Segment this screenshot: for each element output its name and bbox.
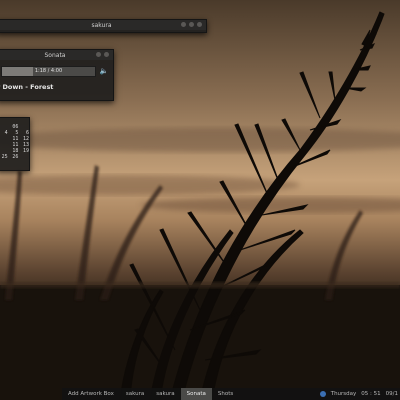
close-icon[interactable] (197, 22, 202, 27)
minimize-icon[interactable] (96, 52, 101, 57)
calendar-widget: 06 4 5 6 11 12 11 13 18 19 25 26 (0, 117, 30, 171)
terminal-titlebar[interactable]: sakura (0, 20, 206, 30)
player-titlebar[interactable]: Sonata (0, 50, 113, 60)
close-icon[interactable] (104, 52, 109, 57)
taskbar-item-sakura[interactable]: sakura (120, 388, 150, 400)
calendar-day: 25 (1, 154, 8, 160)
clock-time: 05 : 51 (361, 391, 381, 397)
music-player-window[interactable]: Sonata 1:18 / 4:00 🔈 r Down - Forest (0, 49, 114, 101)
taskbar: Add Artwork Box sakura sakura Sonata Sho… (62, 388, 400, 400)
clock-date: 09/1 (385, 391, 398, 397)
minimize-icon[interactable] (181, 22, 186, 27)
calendar-row: 25 26 (0, 154, 29, 160)
playback-time: 1:18 / 4:00 (34, 67, 63, 74)
calendar-day: 26 (12, 154, 19, 160)
speaker-icon[interactable]: 🔈 (99, 67, 109, 75)
terminal-title: sakura (91, 21, 112, 29)
now-playing-song: r Down - Forest (0, 83, 54, 91)
taskbar-item-sonata[interactable]: Sonata (180, 388, 212, 400)
clock-day: Thursday (330, 391, 357, 397)
player-title: Sonata (44, 51, 66, 59)
playback-progress-bar[interactable]: 1:18 / 4:00 (1, 65, 96, 77)
maximize-icon[interactable] (189, 22, 194, 27)
taskbar-item-sakura[interactable]: sakura (150, 388, 180, 400)
network-icon[interactable] (319, 391, 326, 397)
terminal-window[interactable]: sakura (0, 19, 207, 33)
taskbar-item-add-artwork-box[interactable]: Add Artwork Box (62, 388, 120, 400)
system-tray: Thursday 05 : 51 09/1 (319, 391, 400, 397)
calendar-day (20, 154, 29, 160)
taskbar-item-shots[interactable]: Shots (212, 388, 239, 400)
